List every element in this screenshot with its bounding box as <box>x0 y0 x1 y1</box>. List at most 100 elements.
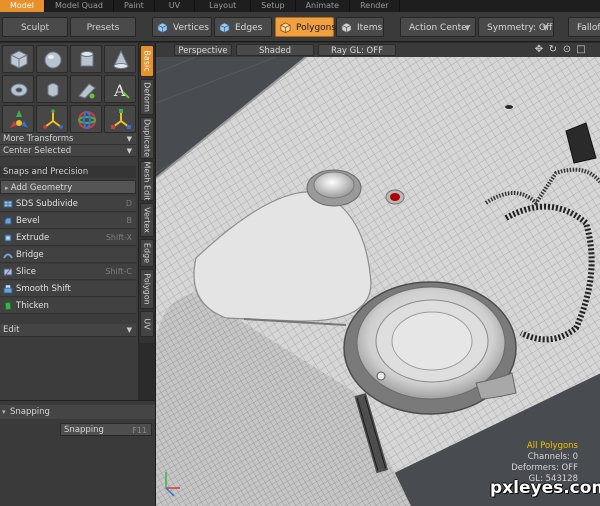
snapping-header[interactable]: ▾ Snapping <box>0 405 155 419</box>
transform-gizmo-icon <box>111 109 131 129</box>
polygons-cube-icon <box>280 22 291 33</box>
vtab-label: Duplicate <box>142 118 152 158</box>
add-geometry-header[interactable]: ▸ Add Geometry <box>0 180 136 194</box>
extrude-icon <box>4 234 12 242</box>
sphere-primitive-icon <box>44 51 62 69</box>
items-button[interactable]: Items <box>336 17 384 37</box>
vtab-label: Edge <box>142 242 152 264</box>
subdivide-icon <box>3 200 13 208</box>
edges-button[interactable]: Edges <box>214 17 272 37</box>
snapping-header-label: Snapping <box>10 407 50 417</box>
action-center-label: Action Center <box>409 23 471 33</box>
snapping-panel: ▾ Snapping Snapping F11 <box>0 400 155 506</box>
vtab-deform[interactable]: Deform <box>140 79 154 115</box>
snaps-precision-header[interactable]: Snaps and Precision <box>0 166 136 178</box>
3d-viewport[interactable]: Perspective Shaded Ray GL: OFF ✥ ↻ ⊙ □ A… <box>155 43 600 506</box>
tool-label: Slice <box>16 267 37 277</box>
snapping-toggle-button[interactable]: Snapping F11 <box>60 423 152 436</box>
bevel-button[interactable]: Bevel B <box>0 213 136 229</box>
svg-text:A: A <box>113 81 126 100</box>
torus-tool[interactable] <box>2 75 34 103</box>
tool-label: Bridge <box>16 250 44 260</box>
vtab-vertex[interactable]: Vertex <box>140 203 154 237</box>
tool-shortcut: Shift-X <box>105 233 132 242</box>
tool-shortcut: D <box>125 199 132 208</box>
slice-button[interactable]: Slice Shift-C <box>0 264 136 280</box>
tab-uv[interactable]: UV <box>155 0 196 12</box>
pan-icon[interactable]: ✥ <box>533 44 545 56</box>
channels-stat: Channels: 0 <box>527 452 578 462</box>
tab-setup[interactable]: Setup <box>251 0 296 12</box>
deformers-stat: Deformers: OFF <box>511 463 578 473</box>
vtab-label: Vertex <box>142 207 152 233</box>
more-transforms-dropdown[interactable]: More Transforms ▼ <box>0 133 136 145</box>
scale-tool[interactable] <box>70 105 102 133</box>
smooth-shift-button[interactable]: Smooth Shift <box>0 281 136 297</box>
scale-transform-icon <box>78 111 96 129</box>
sphere-tool[interactable] <box>36 45 68 73</box>
transform-tool[interactable] <box>104 105 136 133</box>
vtab-uv[interactable]: UV <box>140 311 154 337</box>
watermark: pxleyes.com <box>490 478 600 498</box>
capsule-primitive-icon <box>47 83 59 97</box>
pen-tool[interactable] <box>70 75 102 103</box>
zoom-icon[interactable]: ⊙ <box>561 44 573 56</box>
vtab-polygon[interactable]: Polygon <box>140 269 154 309</box>
tab-paint[interactable]: Paint <box>114 0 155 12</box>
presets-button[interactable]: Presets <box>70 17 136 37</box>
capsule-tool[interactable] <box>36 75 68 103</box>
symmetry-dropdown[interactable]: Symmetry: Off ▼ <box>478 17 554 37</box>
vtab-basic[interactable]: Basic <box>140 45 154 77</box>
shaded-mode-button[interactable]: Shaded <box>236 44 314 56</box>
bevel-icon <box>4 217 12 225</box>
chevron-down-icon: ▼ <box>126 147 132 155</box>
polygons-label: Polygons <box>296 23 337 33</box>
text-tool[interactable]: A <box>104 75 136 103</box>
cylinder-tool[interactable] <box>70 45 102 73</box>
thicken-icon <box>4 301 12 311</box>
edit-dropdown[interactable]: Edit ▼ <box>0 324 136 337</box>
polygons-button[interactable]: Polygons <box>275 17 337 37</box>
center-selected-dropdown[interactable]: Center Selected ▼ <box>0 145 136 157</box>
perspective-view-button[interactable]: Perspective <box>174 44 232 56</box>
ray-gl-button[interactable]: Ray GL: OFF <box>318 44 396 56</box>
tab-layout[interactable]: Layout <box>195 0 252 12</box>
items-label: Items <box>357 23 383 33</box>
collapse-triangle-icon: ▾ <box>2 408 6 416</box>
tab-animate[interactable]: Animate <box>296 0 351 12</box>
action-center-dropdown[interactable]: Action Center ▼ <box>400 17 476 37</box>
text-tool-icon: A <box>113 81 130 100</box>
vtab-mesh-edit[interactable]: Mesh Edit <box>140 161 154 201</box>
vtab-edge[interactable]: Edge <box>140 239 154 267</box>
bridge-icon <box>3 253 13 259</box>
vtab-label: UV <box>142 318 152 330</box>
vertices-label: Vertices <box>173 23 209 33</box>
tab-render[interactable]: Render <box>350 0 400 12</box>
maximize-icon[interactable]: □ <box>575 44 587 56</box>
sds-subdivide-button[interactable]: SDS Subdivide D <box>0 196 136 212</box>
items-cube-icon <box>341 22 352 33</box>
bridge-button[interactable]: Bridge <box>0 247 136 263</box>
snapping-shortcut: F11 <box>132 426 147 435</box>
cone-tool[interactable] <box>104 45 136 73</box>
camera-model-render <box>156 43 600 506</box>
vtab-duplicate[interactable]: Duplicate <box>140 117 154 159</box>
thicken-button[interactable]: Thicken <box>0 298 136 314</box>
cube-tool[interactable] <box>2 45 34 73</box>
vertices-button[interactable]: Vertices <box>152 17 212 37</box>
chevron-down-icon: ▼ <box>126 135 132 143</box>
edges-label: Edges <box>235 23 263 33</box>
tab-model[interactable]: Model <box>0 0 46 12</box>
slice-icon <box>3 267 13 277</box>
falloff-label: Falloff <box>577 23 600 33</box>
orbit-icon[interactable]: ↻ <box>547 44 559 56</box>
falloff-dropdown[interactable]: Falloff <box>568 17 600 37</box>
sculpt-button[interactable]: Sculpt <box>2 17 68 37</box>
tab-model-quad[interactable]: Model Quad <box>45 0 114 12</box>
vtab-label: Deform <box>142 82 152 112</box>
chevron-down-icon: ▼ <box>126 326 132 334</box>
move-tool[interactable] <box>2 105 34 133</box>
extrude-button[interactable]: Extrude Shift-X <box>0 230 136 246</box>
tool-shortcut: B <box>126 216 133 225</box>
rotate-tool[interactable] <box>36 105 68 133</box>
